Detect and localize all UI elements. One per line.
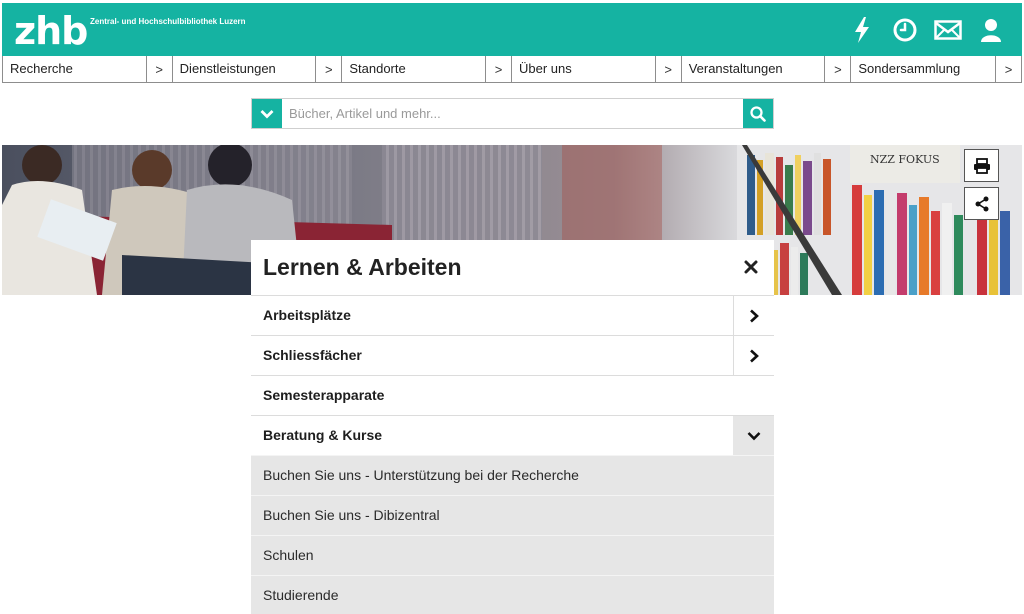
- share-button[interactable]: [964, 187, 999, 220]
- chevron-right-icon[interactable]: [733, 336, 774, 375]
- subitem-schulen[interactable]: Schulen: [251, 535, 774, 575]
- chevron-down-icon: [260, 109, 274, 118]
- panel-item-schliessfaecher[interactable]: Schliessfächer: [251, 335, 774, 375]
- panel-item-semesterapparate[interactable]: Semesterapparate: [251, 375, 774, 415]
- mail-icon[interactable]: [926, 13, 969, 47]
- search-bar: [251, 98, 774, 129]
- panel-item-beratung-kurse[interactable]: Beratung & Kurse: [251, 415, 774, 455]
- navigation-panel: Lernen & Arbeiten Arbeitsplätze Schliess…: [251, 240, 774, 614]
- chevron-right-icon[interactable]: [733, 296, 774, 335]
- share-icon: [975, 196, 988, 211]
- site-header: zhb Zentral- und Hochschulbibliothek Luz…: [2, 3, 1022, 56]
- panel-item-label: Arbeitsplätze: [263, 307, 351, 323]
- nav-item-standorte[interactable]: Standorte >: [342, 56, 513, 82]
- clock-icon[interactable]: [883, 13, 926, 47]
- panel-item-label: Semesterapparate: [263, 387, 385, 403]
- chevron-right-icon[interactable]: >: [485, 56, 511, 82]
- panel-item-label: Schliessfächer: [263, 347, 362, 363]
- nav-item-recherche[interactable]: Recherche >: [3, 56, 173, 82]
- book-spine-text: NZZ FOKUS: [870, 153, 940, 166]
- print-button[interactable]: [964, 149, 999, 182]
- nav-item-label: Veranstaltungen: [688, 61, 783, 76]
- user-icon[interactable]: [969, 13, 1012, 47]
- nav-item-ueber-uns[interactable]: Über uns >: [512, 56, 682, 82]
- site-logo[interactable]: zhb: [14, 9, 88, 53]
- print-icon: [973, 157, 990, 174]
- chevron-right-icon[interactable]: >: [145, 56, 172, 82]
- search-icon: [750, 105, 766, 122]
- search-button[interactable]: [743, 99, 773, 128]
- search-input[interactable]: [282, 99, 743, 128]
- nav-item-label: Über uns: [519, 61, 572, 76]
- search-scope-toggle[interactable]: [252, 99, 282, 128]
- subitem-studierende[interactable]: Studierende: [251, 575, 774, 614]
- chevron-right-icon[interactable]: >: [824, 56, 850, 82]
- panel-item-arbeitsplaetze[interactable]: Arbeitsplätze: [251, 295, 774, 335]
- subitem-buchen-dibizentral[interactable]: Buchen Sie uns - Dibizentral: [251, 495, 774, 535]
- panel-title: Lernen & Arbeiten: [263, 254, 462, 280]
- chevron-right-icon[interactable]: >: [654, 56, 681, 82]
- site-subtitle: Zentral- und Hochschulbibliothek Luzern: [90, 17, 246, 26]
- nav-item-label: Dienstleistungen: [179, 61, 276, 76]
- subitem-buchen-recherche[interactable]: Buchen Sie uns - Unterstützung bei der R…: [251, 455, 774, 495]
- nav-item-sondersammlung[interactable]: Sondersammlung >: [851, 56, 1021, 82]
- nav-item-label: Recherche: [10, 61, 73, 76]
- header-icons: [840, 13, 1012, 47]
- panel-header: Lernen & Arbeiten: [251, 240, 774, 295]
- nav-item-label: Standorte: [349, 61, 406, 76]
- lightning-icon[interactable]: [840, 13, 883, 47]
- close-icon[interactable]: [742, 258, 760, 276]
- chevron-right-icon[interactable]: >: [995, 56, 1021, 82]
- nav-item-dienstleistungen[interactable]: Dienstleistungen >: [173, 56, 343, 82]
- main-nav: Recherche > Dienstleistungen > Standorte…: [2, 56, 1022, 83]
- panel-item-label: Beratung & Kurse: [263, 427, 383, 443]
- chevron-right-icon[interactable]: >: [315, 56, 341, 82]
- nav-item-label: Sondersammlung: [858, 61, 961, 76]
- chevron-down-icon[interactable]: [733, 416, 774, 455]
- nav-item-veranstaltungen[interactable]: Veranstaltungen >: [682, 56, 852, 82]
